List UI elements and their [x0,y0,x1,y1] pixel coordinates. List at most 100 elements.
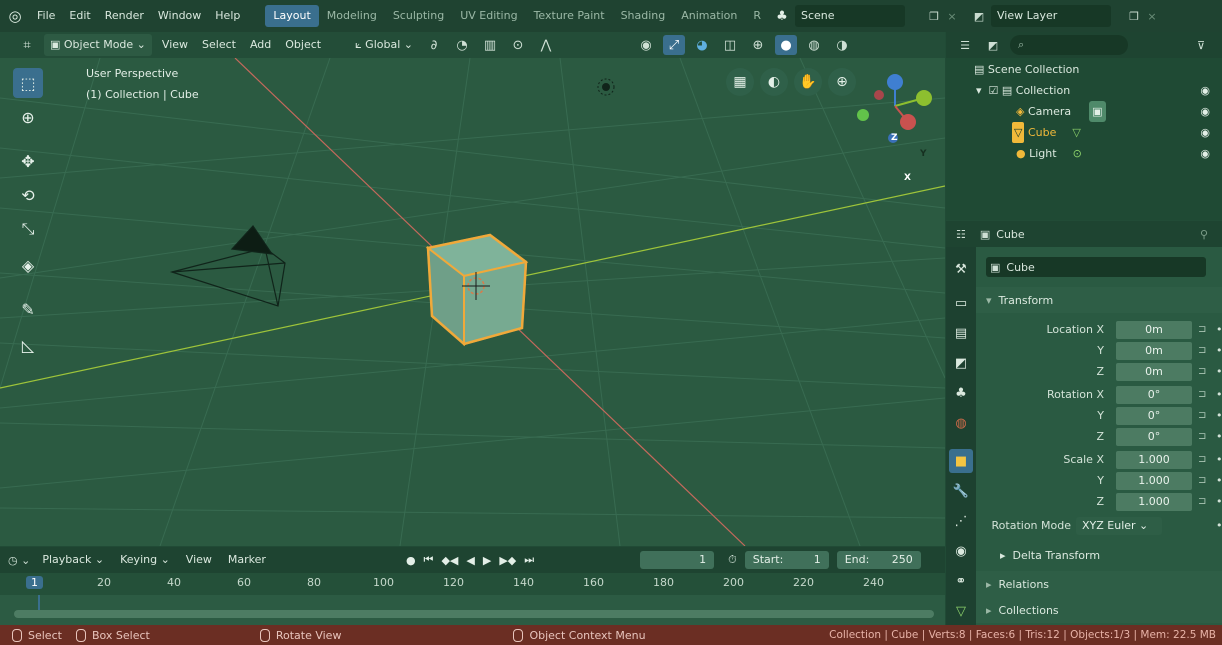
display-mode-icon[interactable]: ◩ [982,39,1004,52]
outliner-row-scene-collection[interactable]: ▤ Scene Collection [946,59,1222,80]
lock-icon[interactable]: ⊐ [1198,405,1206,426]
checkbox-icon[interactable]: ☑ [989,80,1002,101]
outliner-row-collection[interactable]: ▾ ☑ ▤ Collection ◉ [946,80,1222,101]
tab-animation[interactable]: Animation [673,5,745,27]
timeline-track[interactable] [0,595,945,625]
lock-icon[interactable]: ⊐ [1198,426,1206,447]
outliner-row-cube[interactable]: ▽ Cube ▽ ◉ [946,122,1222,143]
keyframe-dot-icon[interactable]: • [1216,319,1222,340]
world-tab-icon[interactable]: ◍ [949,411,973,435]
move-tool-icon[interactable]: ✥ [13,146,43,176]
stopwatch-icon[interactable]: ⏱ [728,553,737,567]
timeline-scrollbar[interactable] [14,610,934,618]
material-shading-icon[interactable]: ◍ [803,35,825,55]
gizmo-z[interactable] [887,74,903,90]
wireframe-shading-icon[interactable]: ⊕ [747,35,769,55]
lock-icon[interactable]: ⊐ [1198,491,1206,512]
play-icon[interactable]: ▶ [483,554,491,567]
cube-object[interactable] [425,233,529,347]
eye-icon[interactable]: ◉ [1200,101,1210,122]
light-data-icon[interactable]: ⊙ [1073,143,1082,164]
jump-start-icon[interactable]: ⏮ [424,553,434,567]
xray-icon[interactable]: ◫ [719,35,741,55]
orientation-dropdown[interactable]: ⟀ Global ⌄ [351,34,417,56]
blender-logo-icon[interactable]: ◎ [0,0,30,32]
data-tab-icon[interactable]: ▽ [949,599,973,623]
constraints-tab-icon[interactable]: ⚭ [949,569,973,593]
tab-layout[interactable]: Layout [265,5,319,27]
play-reverse-icon[interactable]: ◀ [466,554,474,567]
gizmo-y[interactable] [916,90,932,106]
lock-icon[interactable]: ⊐ [1198,319,1206,340]
menu-view[interactable]: View [158,34,192,56]
tab-shading[interactable]: Shading [613,5,674,27]
falloff-icon[interactable]: ⋀ [535,35,557,55]
rotation-z-field[interactable]: 0° [1116,428,1192,446]
location-y-field[interactable]: 0m [1116,342,1192,360]
menu-timeline-view[interactable]: View [182,549,216,571]
collapse-arrow-icon[interactable]: ▾ [976,80,989,101]
select-box-tool-icon[interactable]: ⬚ [13,68,43,98]
transform-tool-icon[interactable]: ◈ [13,250,43,280]
timeline-editor-icon[interactable]: ◷ ⌄ [8,554,30,567]
current-frame-indicator[interactable]: 1 [26,576,43,589]
scale-z-field[interactable]: 1.000 [1116,493,1192,511]
light-object[interactable] [597,78,615,96]
view-layer-icon[interactable]: ◩ [967,10,991,23]
modifier-tab-icon[interactable]: 🔧 [949,479,973,503]
pin-icon[interactable]: ⚲ [1200,228,1208,241]
keyframe-dot-icon[interactable]: • [1216,361,1222,382]
pivot-icon[interactable]: ∂ [423,35,445,55]
menu-window[interactable]: Window [151,0,208,32]
close-view-layer-icon[interactable]: × [1145,10,1159,23]
editor-type-icon[interactable]: ⌗ [16,35,38,55]
outliner-editor-icon[interactable]: ☰ [954,39,976,52]
mesh-data-icon[interactable]: ▽ [1072,122,1080,143]
rotation-mode-dropdown[interactable]: XYZ Euler ⌄ [1076,517,1162,535]
scale-y-field[interactable]: 1.000 [1116,472,1192,490]
measure-tool-icon[interactable]: ◺ [13,330,43,360]
menu-marker[interactable]: Marker [224,549,270,571]
jump-keyframe-back-icon[interactable]: ◆◀ [441,554,458,567]
collections-panel-header[interactable]: ▸ Collections [976,597,1222,623]
gizmo-x[interactable] [900,114,916,130]
visibility-icon[interactable]: ◉ [635,35,657,55]
rendered-shading-icon[interactable]: ◑ [831,35,853,55]
rotate-tool-icon[interactable]: ⟲ [13,180,43,210]
current-frame-field[interactable]: 1 [640,551,715,569]
new-view-layer-icon[interactable]: ❐ [1123,10,1145,23]
tab-uv-editing[interactable]: UV Editing [452,5,525,27]
overlay-icon[interactable]: ◕ [691,35,713,55]
menu-render[interactable]: Render [98,0,151,32]
jump-end-icon[interactable]: ⏭ [524,553,534,567]
keyframe-dot-icon[interactable]: • [1216,405,1222,426]
render-tab-icon[interactable]: ▭ [949,291,973,315]
camera-data-icon[interactable]: ▣ [1089,101,1106,122]
proportional-edit-icon[interactable]: ⊙ [507,35,529,55]
scene-icon[interactable]: ♣ [769,9,795,24]
tab-rendering[interactable]: R [745,5,769,27]
keyframe-dot-icon[interactable]: • [1216,515,1222,536]
end-frame-field[interactable]: End: 250 [836,551,921,569]
menu-file[interactable]: File [30,0,62,32]
tab-modeling[interactable]: Modeling [319,5,385,27]
view-layer-tab-icon[interactable]: ◩ [949,351,973,375]
jump-keyframe-forward-icon[interactable]: ▶◆ [499,554,516,567]
outliner-search-input[interactable]: ⌕ [1010,35,1128,55]
mode-dropdown[interactable]: ▣ Object Mode ⌄ [44,34,152,56]
eye-icon[interactable]: ◉ [1200,122,1210,143]
location-z-field[interactable]: 0m [1116,363,1192,381]
lock-icon[interactable]: ⊐ [1198,361,1206,382]
lock-icon[interactable]: ⊐ [1198,449,1206,470]
keyframe-dot-icon[interactable]: • [1216,340,1222,361]
record-icon[interactable]: ● [406,554,416,567]
keyframe-dot-icon[interactable]: • [1216,470,1222,491]
particles-tab-icon[interactable]: ⋰ [949,509,973,533]
keyframe-dot-icon[interactable]: • [1216,491,1222,512]
eye-icon[interactable]: ◉ [1200,143,1210,164]
menu-object[interactable]: Object [281,34,325,56]
menu-edit[interactable]: Edit [62,0,97,32]
scale-x-field[interactable]: 1.000 [1116,451,1192,469]
scene-tab-icon[interactable]: ♣ [949,381,973,405]
outliner-row-light[interactable]: ● Light ⊙ ◉ [946,143,1222,164]
